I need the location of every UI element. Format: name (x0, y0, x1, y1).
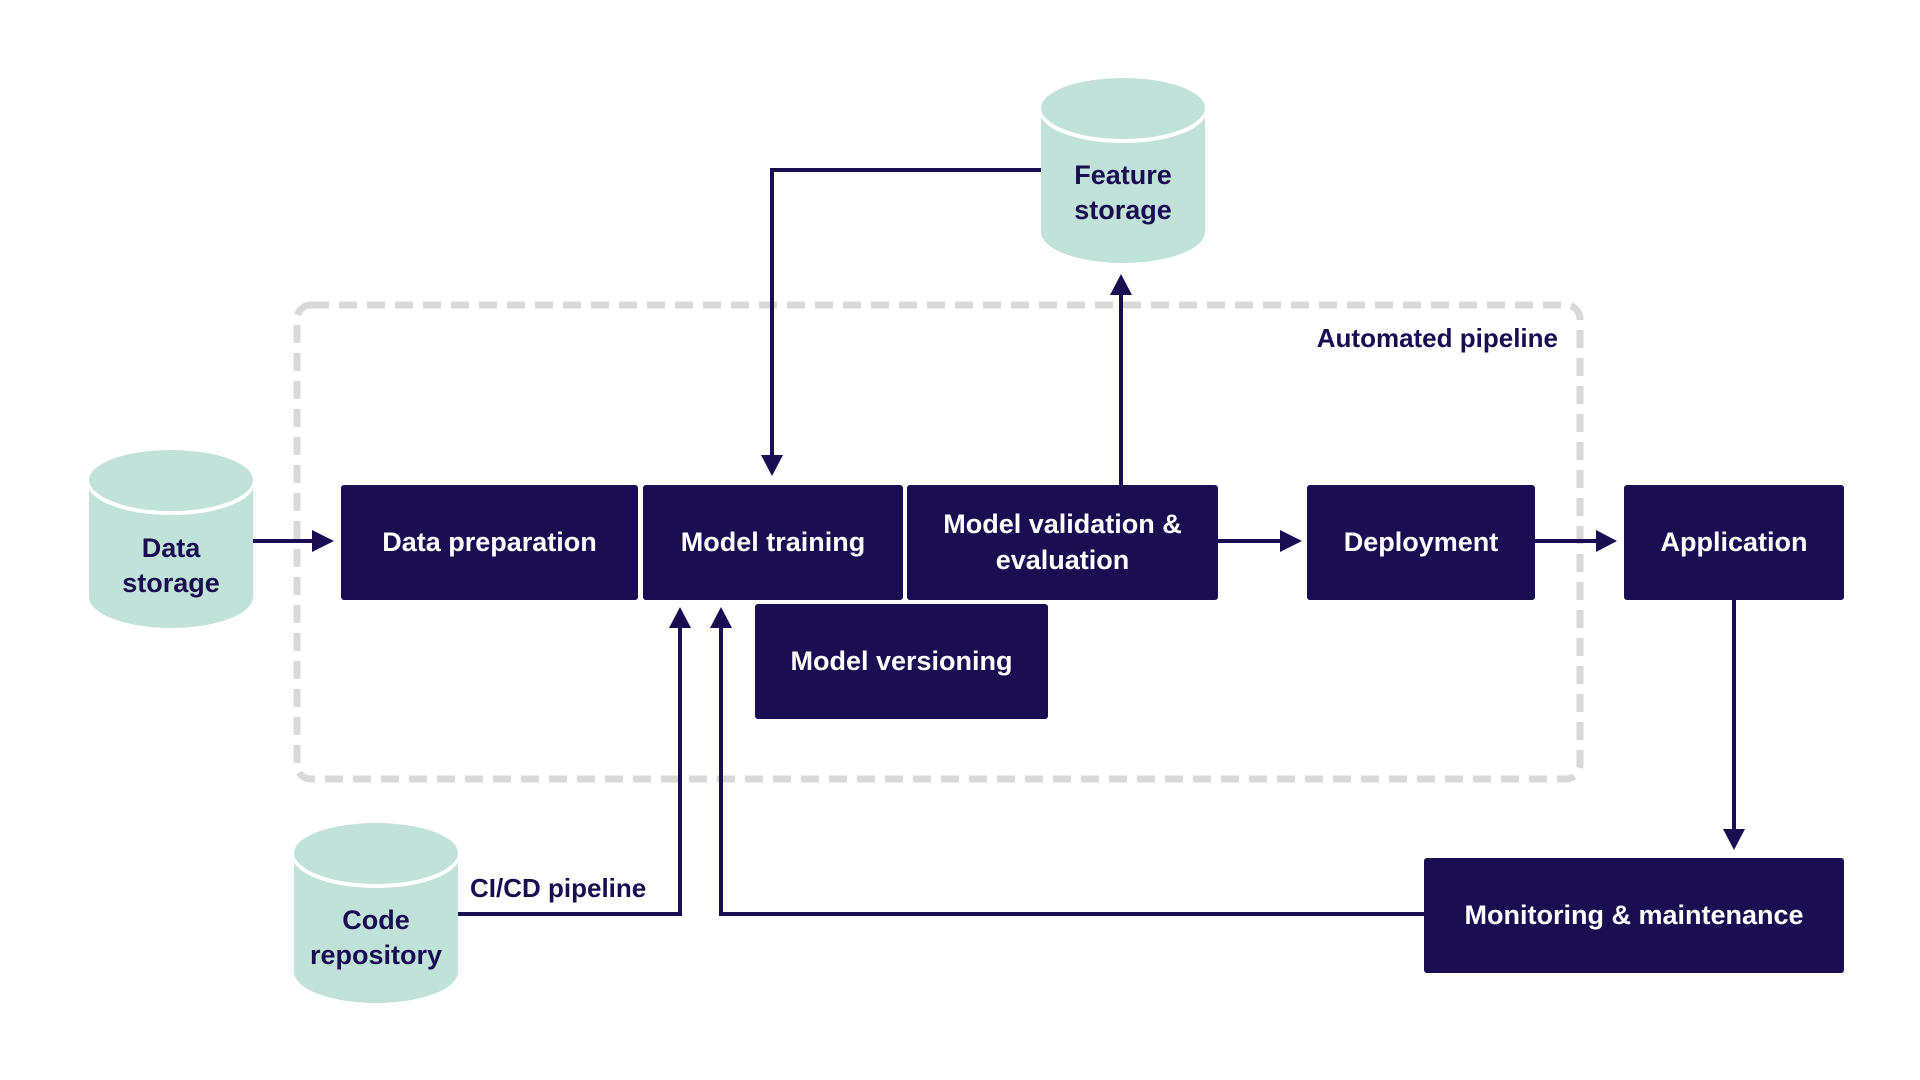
arrowhead-icon (1110, 274, 1132, 295)
monitoring-maintenance-box[interactable]: Monitoring & maintenance (1424, 858, 1844, 973)
model-training-box[interactable]: Model training (643, 485, 903, 600)
edge-feature-storage-to-model-training (770, 168, 1042, 455)
data-storage[interactable]: Data storage (89, 451, 253, 635)
feature-storage-label-line1: Feature (1074, 160, 1172, 190)
code-repository-label-line1: Code (342, 905, 410, 935)
feature-storage[interactable]: Feature storage (1041, 78, 1205, 263)
arrowhead-icon (1723, 829, 1745, 850)
arrowhead-icon (710, 607, 732, 628)
data-storage-label-line2: storage (122, 568, 220, 598)
data-storage-label-line1: Data (141, 533, 201, 563)
cicd-pipeline-label: CI/CD pipeline (470, 873, 647, 903)
arrowhead-icon (761, 455, 783, 476)
deployment-box[interactable]: Deployment (1307, 485, 1535, 600)
code-repository[interactable]: Code repository (294, 823, 458, 1005)
feature-storage-label-line2: storage (1074, 195, 1172, 225)
model-versioning-box[interactable]: Model versioning (755, 604, 1048, 719)
arrowhead-icon (669, 607, 691, 628)
arrowhead-icon (1280, 530, 1302, 552)
automated-pipeline-label: Automated pipeline (1316, 323, 1558, 353)
edge-code-repository-to-model-training (456, 626, 682, 916)
arrowhead-icon (312, 530, 334, 552)
application-box[interactable]: Application (1624, 485, 1844, 600)
code-repository-label-line2: repository (309, 940, 443, 970)
data-preparation-box[interactable]: Data preparation (341, 485, 638, 600)
arrowhead-icon (1596, 530, 1617, 552)
model-validation-box[interactable]: Model validation & evaluation (907, 485, 1218, 600)
